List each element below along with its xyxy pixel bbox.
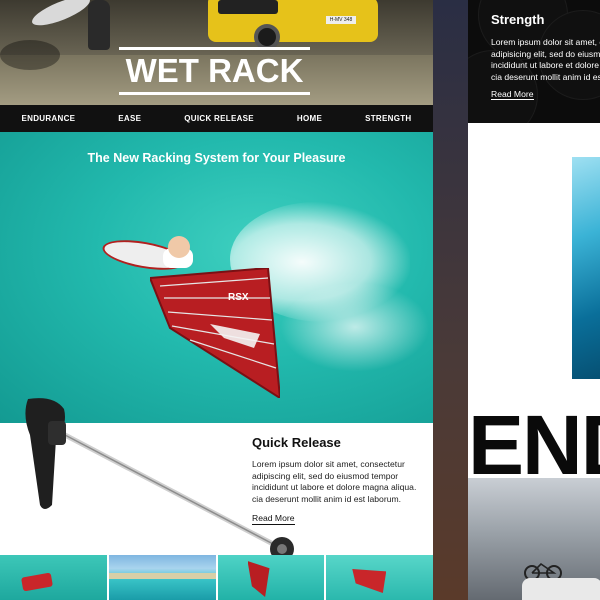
- strength-read-more-link[interactable]: Read More: [491, 89, 534, 100]
- nav-quick-release[interactable]: QUICK RELEASE: [184, 114, 254, 123]
- main-navigation: ENDURANCE EASE QUICK RELEASE HOME STRENG…: [0, 105, 433, 132]
- logo-text: WET RACK: [125, 52, 304, 89]
- person-image: [88, 0, 110, 50]
- hero-tagline: The New Racking System for Your Pleasure: [87, 151, 346, 165]
- svg-text:RSX: RSX: [228, 292, 249, 303]
- windsurf-hero-image: The New Racking System for Your Pleasure…: [0, 132, 433, 423]
- nav-ease[interactable]: EASE: [118, 114, 141, 123]
- strength-section: Strength Lorem ipsum dolor sit amet, c a…: [468, 0, 600, 123]
- car-roof-image: [522, 578, 600, 600]
- windsurfer-figure: [168, 236, 190, 258]
- thumbnail-4[interactable]: [326, 555, 433, 600]
- thumbnail-1[interactable]: [0, 555, 107, 600]
- wet-rack-homepage-mockup: H-MV 348 WET RACK ENDURANCE EASE QUICK R…: [0, 0, 433, 600]
- windsurf-sail: RSX: [150, 268, 280, 398]
- wave-image: [572, 157, 600, 379]
- license-plate: H-MV 348: [326, 16, 356, 24]
- surfboard-image: [28, 0, 94, 31]
- yellow-van-image: H-MV 348: [208, 0, 378, 50]
- thumbnail-2[interactable]: [108, 555, 216, 600]
- wet-rack-logo[interactable]: WET RACK: [119, 47, 310, 96]
- quick-release-skewer-image: [25, 398, 294, 561]
- thumbnail-strip: [0, 555, 433, 600]
- endurance-heading: END: [468, 398, 600, 492]
- hero-beach-photo: H-MV 348 WET RACK: [0, 0, 433, 105]
- nav-endurance[interactable]: ENDURANCE: [21, 114, 75, 123]
- strength-title: Strength: [491, 12, 545, 27]
- strength-body: Lorem ipsum dolor sit amet, c adipisicin…: [491, 37, 600, 82]
- nav-strength[interactable]: STRENGTH: [365, 114, 411, 123]
- nav-home[interactable]: HOME: [297, 114, 322, 123]
- thumbnail-3[interactable]: [217, 555, 325, 600]
- secondary-page-mockup: Strength Lorem ipsum dolor sit amet, c a…: [468, 0, 600, 600]
